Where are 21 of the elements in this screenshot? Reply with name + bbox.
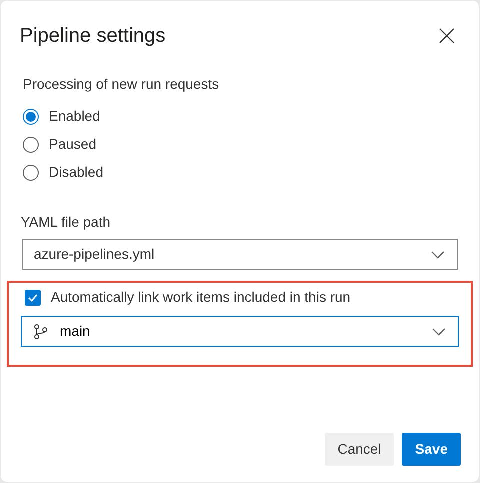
checkbox-option[interactable]: Automatically link work items included in this run [25,287,351,308]
radio-button[interactable] [23,108,39,124]
yaml-path-dropdown[interactable]: azure-pipelines.yml [22,239,458,270]
radio-option[interactable]: Enabled [23,106,100,127]
close-button[interactable] [437,26,457,46]
branch-dropdown[interactable]: main [21,316,459,347]
branch-icon [34,324,48,340]
cancel-button[interactable]: Cancel [324,433,394,466]
dialog-title: Pipeline settings [20,24,166,49]
chevron-down-icon [432,328,446,336]
radio-button[interactable] [23,164,39,180]
checkbox[interactable] [25,290,41,306]
checkmark-icon [28,294,38,302]
radio-button[interactable] [23,136,39,152]
save-button[interactable]: Save [402,433,461,466]
radio-option[interactable]: Disabled [23,162,104,183]
close-icon [439,28,455,44]
radio-option[interactable]: Paused [23,134,96,155]
chevron-down-icon [431,250,445,258]
section-label: Processing of new run requests [23,75,220,94]
field-label: YAML file path [21,213,112,232]
